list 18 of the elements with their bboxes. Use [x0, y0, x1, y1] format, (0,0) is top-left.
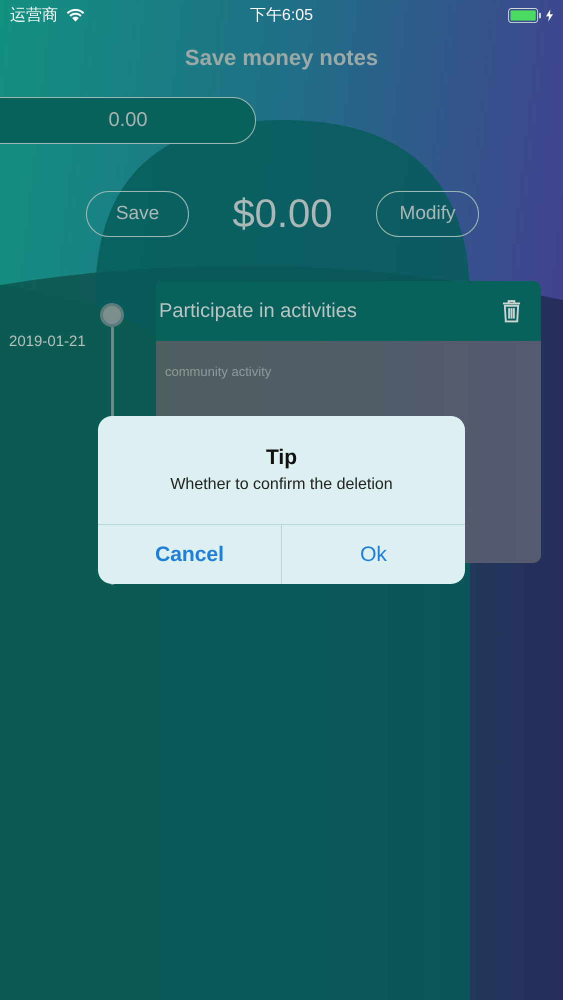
dialog-title: Tip — [266, 446, 298, 470]
screen-title: Save money notes — [184, 44, 380, 72]
trash-icon[interactable] — [502, 299, 521, 323]
amount-field[interactable]: 0.00 — [0, 97, 256, 144]
clock-time: 下午6:05 — [250, 6, 314, 26]
battery-icon — [508, 8, 542, 22]
entry-note: community activity — [165, 364, 272, 379]
charging-icon — [546, 8, 553, 22]
cancel-button[interactable]: Cancel — [98, 525, 281, 584]
modify-button[interactable]: Modify — [376, 191, 479, 237]
wifi-icon — [66, 8, 85, 22]
dialog-message: Whether to confirm the deletion — [170, 476, 393, 494]
ok-button[interactable]: Ok — [281, 525, 465, 584]
entry-title: Participate in activities — [159, 300, 357, 322]
carrier-name: 运营商 — [10, 6, 58, 26]
entry-date: 2019-01-21 — [9, 333, 87, 352]
balance-amount: $0.00 — [231, 192, 334, 236]
save-button[interactable]: Save — [86, 191, 189, 237]
